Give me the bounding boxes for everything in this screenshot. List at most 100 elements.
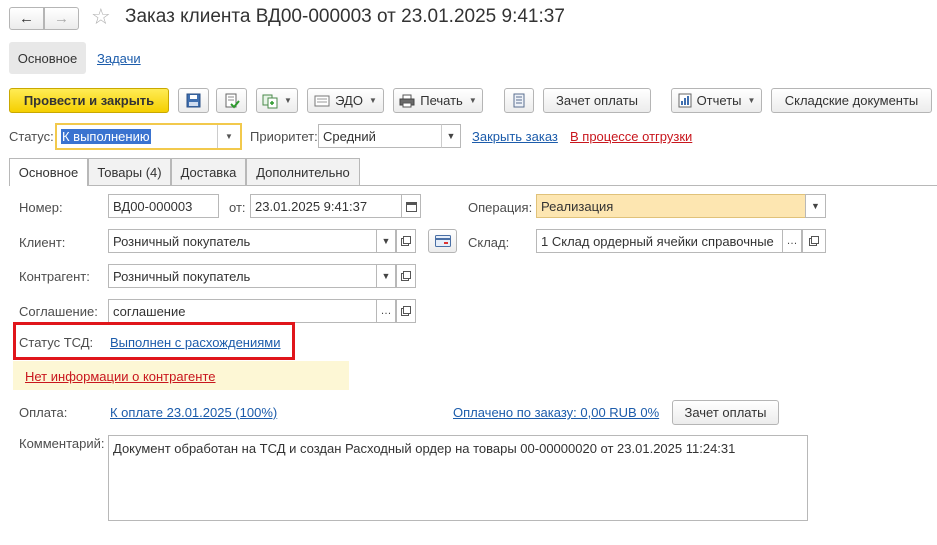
counterparty-open-button[interactable] xyxy=(396,264,416,288)
forward-button[interactable]: → xyxy=(44,7,79,30)
paid-by-order-link[interactable]: Оплачено по заказу: 0,00 RUB 0% xyxy=(453,405,659,420)
edo-menu-button[interactable]: ЭДО ▼ xyxy=(307,88,384,113)
payment-offset-label: Зачет оплаты xyxy=(555,93,639,108)
window-title: Заказ клиента ВД00-000003 от 23.01.2025 … xyxy=(125,6,565,27)
close-order-link[interactable]: Закрыть заказ xyxy=(472,129,558,144)
chevron-down-icon: ▼ xyxy=(284,96,292,105)
warehouse-open-button[interactable] xyxy=(802,229,826,253)
status-label: Статус: xyxy=(9,129,54,144)
no-counterparty-info-link[interactable]: Нет информации о контрагенте xyxy=(25,369,216,384)
section-tab-main-label: Основное xyxy=(17,50,78,66)
priority-select[interactable]: Средний xyxy=(318,124,461,148)
tab-main[interactable]: Основное xyxy=(9,158,88,186)
shipping-status-link[interactable]: В процессе отгрузки xyxy=(570,129,692,144)
status-select[interactable]: К выполнению xyxy=(55,123,242,150)
payment-label: Оплата: xyxy=(19,405,68,420)
client-field[interactable]: Розничный покупатель xyxy=(108,229,377,253)
priority-label: Приоритет: xyxy=(250,129,318,144)
comment-label: Комментарий: xyxy=(19,436,105,451)
priority-dropdown-button[interactable]: ▼ xyxy=(441,124,461,148)
counterparty-dropdown-button[interactable]: ▼ xyxy=(376,264,396,288)
warehouse-documents-button[interactable]: Складские документы xyxy=(771,88,932,113)
save-button[interactable] xyxy=(178,88,209,113)
date-field[interactable]: 23.01.2025 9:41:37 xyxy=(250,194,402,218)
tab-goods-label: Товары (4) xyxy=(97,164,162,180)
section-tab-main[interactable]: Основное xyxy=(9,42,86,74)
payment-offset-form-label: Зачет оплаты xyxy=(684,405,767,420)
warehouse-field[interactable]: 1 Склад ордерный ячейки справочные xyxy=(536,229,783,253)
document-journal-button[interactable] xyxy=(504,88,534,113)
tsd-status-link[interactable]: Выполнен с расхождениями xyxy=(110,335,281,350)
journal-icon xyxy=(513,93,525,108)
post-button[interactable] xyxy=(216,88,247,113)
post-document-icon xyxy=(225,93,240,108)
warehouse-documents-label: Складские документы xyxy=(784,93,919,108)
warehouse-label: Склад: xyxy=(468,235,510,250)
save-icon xyxy=(186,93,201,108)
post-and-close-label: Провести и закрыть xyxy=(23,93,155,108)
create-based-on-icon xyxy=(262,94,278,108)
payment-due-link[interactable]: К оплате 23.01.2025 (100%) xyxy=(110,405,277,420)
agreement-value: соглашение xyxy=(113,303,186,319)
create-based-on-button[interactable]: ▼ xyxy=(256,88,298,113)
operation-value: Реализация xyxy=(541,198,614,214)
operation-select[interactable]: Реализация xyxy=(536,194,806,218)
tab-delivery[interactable]: Доставка xyxy=(171,158,246,185)
tab-delivery-label: Доставка xyxy=(180,164,237,180)
payment-offset-button[interactable]: Зачет оплаты xyxy=(543,88,651,113)
chevron-down-icon: ▼ xyxy=(468,96,477,105)
counterparty-field[interactable]: Розничный покупатель xyxy=(108,264,377,288)
number-label: Номер: xyxy=(19,200,63,215)
post-and-close-button[interactable]: Провести и закрыть xyxy=(9,88,169,113)
comment-textarea[interactable]: Документ обработан на ТСД и создан Расхо… xyxy=(108,435,808,521)
calendar-icon xyxy=(405,201,417,212)
tsd-status-label: Статус ТСД: xyxy=(19,335,94,350)
tab-additional[interactable]: Дополнительно xyxy=(246,158,360,185)
print-label: Печать xyxy=(420,93,463,108)
number-value: ВД00-000003 xyxy=(113,198,193,214)
printer-icon xyxy=(399,94,415,107)
tab-goods[interactable]: Товары (4) xyxy=(88,158,171,185)
reports-menu-button[interactable]: Отчеты ▼ xyxy=(671,88,762,113)
back-button[interactable]: ← xyxy=(9,7,44,30)
date-value: 23.01.2025 9:41:37 xyxy=(255,198,368,214)
client-open-button[interactable] xyxy=(396,229,416,253)
report-icon xyxy=(678,93,692,108)
status-dropdown-button[interactable]: ▼ xyxy=(217,125,240,148)
client-label: Клиент: xyxy=(19,235,66,250)
number-field[interactable]: ВД00-000003 xyxy=(108,194,219,218)
operation-dropdown-button[interactable]: ▼ xyxy=(805,194,826,218)
tab-bar-line xyxy=(9,185,937,186)
counterparty-label: Контрагент: xyxy=(19,269,90,284)
print-menu-button[interactable]: Печать ▼ xyxy=(393,88,483,113)
section-tab-tasks[interactable]: Задачи xyxy=(97,51,141,66)
calendar-button[interactable] xyxy=(401,194,421,218)
status-value: К выполнению xyxy=(61,129,151,144)
date-label: от: xyxy=(229,200,246,215)
favorite-star-icon[interactable]: ☆ xyxy=(91,5,111,29)
agreement-field[interactable]: соглашение xyxy=(108,299,377,323)
counterparty-value: Розничный покупатель xyxy=(113,268,251,284)
agreement-label: Соглашение: xyxy=(19,304,98,319)
agreement-open-button[interactable] xyxy=(396,299,416,323)
client-value: Розничный покупатель xyxy=(113,233,251,249)
open-icon xyxy=(809,236,819,246)
chevron-down-icon: ▼ xyxy=(368,96,377,105)
priority-value: Средний xyxy=(323,128,376,144)
tab-main-label: Основное xyxy=(18,165,79,180)
payment-offset-form-button[interactable]: Зачет оплаты xyxy=(672,400,779,425)
warehouse-select-button[interactable]: … xyxy=(782,229,802,253)
operation-label: Операция: xyxy=(468,200,533,215)
arrow-right-icon: → xyxy=(54,10,69,27)
client-dropdown-button[interactable]: ▼ xyxy=(376,229,396,253)
warehouse-value: 1 Склад ордерный ячейки справочные xyxy=(541,233,774,249)
edo-label: ЭДО xyxy=(335,93,363,108)
agreement-select-button[interactable]: … xyxy=(376,299,396,323)
open-icon xyxy=(401,236,411,246)
edo-icon xyxy=(314,95,330,106)
open-icon xyxy=(401,306,411,316)
arrow-left-icon: ← xyxy=(19,10,34,27)
tab-additional-label: Дополнительно xyxy=(256,164,350,180)
client-card-button[interactable] xyxy=(428,229,457,253)
reports-label: Отчеты xyxy=(696,93,742,108)
